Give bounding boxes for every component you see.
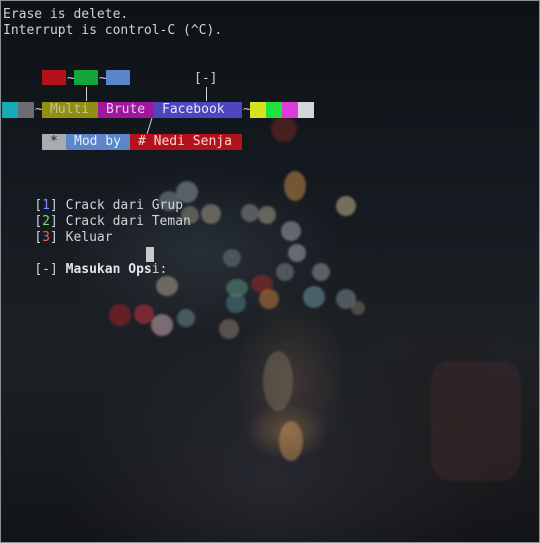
yellow-block <box>250 102 266 118</box>
banner-facebook: Facebook <box>154 102 242 118</box>
bokeh-light <box>288 244 306 262</box>
white-block <box>298 102 314 118</box>
bokeh-light <box>431 361 521 481</box>
erase-message: Erase is delete. <box>3 7 129 22</box>
connector-line <box>206 87 207 101</box>
menu-number: 3 <box>42 230 50 245</box>
mod-author: # Nedi Senja <box>130 134 242 150</box>
bokeh-light <box>156 276 178 296</box>
bokeh-light <box>219 319 239 339</box>
banner-multi: Multi <box>42 102 98 118</box>
bokeh-light <box>177 309 195 327</box>
bokeh-light <box>263 351 293 411</box>
menu-label: Keluar <box>57 230 113 245</box>
mod-star: * <box>42 134 66 150</box>
bokeh-light <box>258 206 276 224</box>
menu-item-keluar: [3] Keluar <box>3 214 112 245</box>
mod-label: Mod by <box>66 134 130 150</box>
bokeh-light <box>259 289 279 309</box>
bokeh-light <box>351 301 365 315</box>
bracket-open: [ <box>34 230 43 245</box>
bokeh-light <box>284 171 306 201</box>
bracket-close: ] <box>49 230 58 245</box>
bokeh-light <box>223 249 241 267</box>
prompt-label-rest: i: <box>151 262 176 277</box>
menu-item-crack-teman: [2] Crack dari Teman <box>3 198 191 229</box>
blue-block <box>106 70 130 85</box>
bokeh-light <box>226 293 246 313</box>
magenta-block <box>282 102 298 118</box>
menu-item-crack-grup: [1] Crack dari Grup <box>3 182 183 213</box>
connector-line <box>86 87 87 101</box>
bokeh-light <box>151 314 173 336</box>
terminal-window: Erase is delete. Interrupt is control-C … <box>0 0 540 543</box>
bokeh-light <box>336 196 356 216</box>
interrupt-message: Interrupt is control-C (^C). <box>3 23 223 38</box>
banner-brute: Brute <box>98 102 154 118</box>
green-block-2 <box>266 102 282 118</box>
bokeh-light <box>279 421 303 461</box>
prompt-label: Masukan Ops <box>65 262 152 277</box>
grey-block <box>18 102 34 118</box>
slash-connector <box>146 117 153 135</box>
bokeh-light <box>312 263 330 281</box>
bokeh-light <box>303 286 325 308</box>
text-cursor[interactable] <box>146 247 154 262</box>
red-block <box>42 70 66 85</box>
green-block <box>74 70 98 85</box>
bokeh-light <box>281 221 301 241</box>
bokeh-light <box>271 116 297 142</box>
indicator-top: [-] <box>194 71 218 86</box>
cyan-block <box>2 102 18 118</box>
bokeh-light <box>109 304 131 326</box>
prompt-prefix: [-] <box>34 262 66 277</box>
bokeh-light <box>201 204 221 224</box>
bokeh-light <box>276 263 294 281</box>
bokeh-light <box>241 204 259 222</box>
